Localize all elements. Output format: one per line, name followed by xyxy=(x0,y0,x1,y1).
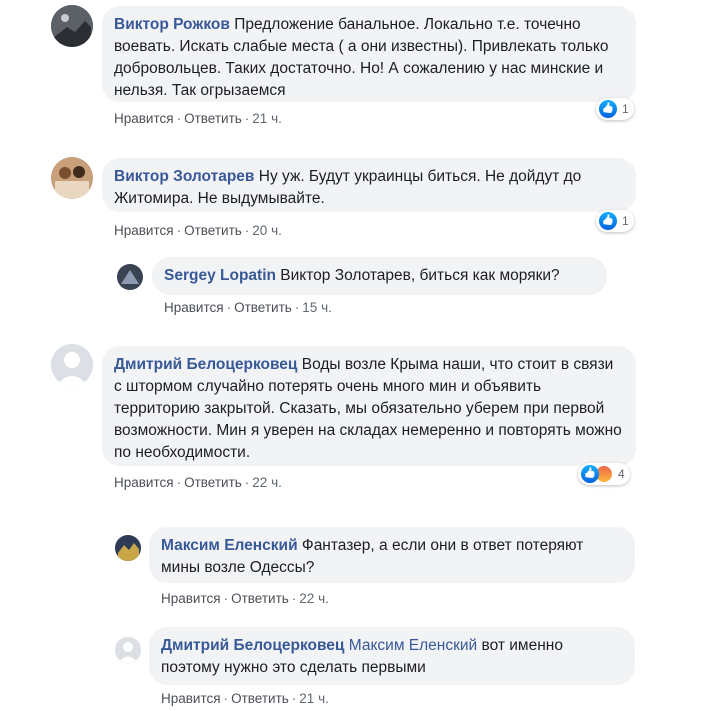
avatar-photo-icon xyxy=(115,535,141,561)
avatar[interactable] xyxy=(51,157,93,199)
like-icon xyxy=(599,100,617,118)
comment-bubble: Дмитрий Белоцерковец Максим Еленский вот… xyxy=(149,627,635,685)
comment-author[interactable]: Виктор Рожков xyxy=(114,16,230,33)
avatar-photo-icon xyxy=(51,157,93,199)
comment-bubble: Виктор Золотарев Ну уж. Будут украинцы б… xyxy=(102,158,636,212)
reaction-count: 4 xyxy=(618,467,625,481)
comment-bubble: Дмитрий Белоцерковец Воды возле Крыма на… xyxy=(102,346,636,466)
like-link[interactable]: Нравится xyxy=(114,223,174,238)
comment-author[interactable]: Дмитрий Белоцерковец xyxy=(161,637,344,654)
reply-link[interactable]: Ответить xyxy=(184,475,242,490)
reactions-badge[interactable]: 4 xyxy=(578,463,630,485)
avatar[interactable] xyxy=(115,535,141,561)
default-avatar-icon xyxy=(51,344,93,386)
reply-link[interactable]: Ответить xyxy=(234,300,292,315)
reply-link[interactable]: Ответить xyxy=(184,111,242,126)
comment-actions: Нравится · Ответить · 22 ч. xyxy=(114,475,282,490)
like-link[interactable]: Нравится xyxy=(164,300,224,315)
avatar[interactable] xyxy=(51,344,93,386)
avatar[interactable] xyxy=(115,637,141,663)
comment-actions: Нравится · Ответить · 22 ч. xyxy=(161,591,329,606)
reaction-count: 1 xyxy=(622,214,629,228)
reply-link[interactable]: Ответить xyxy=(184,223,242,238)
comment-actions: Нравится · Ответить · 21 ч. xyxy=(114,111,282,126)
comment-time[interactable]: 15 ч. xyxy=(302,300,332,315)
avatar[interactable] xyxy=(51,5,93,47)
like-link[interactable]: Нравится xyxy=(161,691,221,706)
comment-actions: Нравится · Ответить · 15 ч. xyxy=(164,300,332,315)
comment-mention[interactable]: Максим Еленский xyxy=(349,637,477,654)
comment-bubble: Sergey Lopatin Виктор Золотарев, биться … xyxy=(152,257,607,295)
comment-author[interactable]: Максим Еленский xyxy=(161,537,298,554)
comment-time[interactable]: 21 ч. xyxy=(252,111,282,126)
comment-bubble: Виктор Рожков Предложение банальное. Лок… xyxy=(102,6,636,102)
comment-author[interactable]: Sergey Lopatin xyxy=(164,267,276,284)
comment-text: Виктор Золотарев, биться как моряки? xyxy=(280,267,560,284)
reply-link[interactable]: Ответить xyxy=(231,691,289,706)
comment-author[interactable]: Дмитрий Белоцерковец xyxy=(114,356,297,373)
like-link[interactable]: Нравится xyxy=(114,475,174,490)
like-icon xyxy=(599,212,617,230)
comment-time[interactable]: 22 ч. xyxy=(299,591,329,606)
comment-actions: Нравится · Ответить · 20 ч. xyxy=(114,223,282,238)
avatar-photo-icon xyxy=(117,264,143,290)
reply-link[interactable]: Ответить xyxy=(231,591,289,606)
like-link[interactable]: Нравится xyxy=(114,111,174,126)
like-icon xyxy=(581,465,599,483)
comment-time[interactable]: 22 ч. xyxy=(252,475,282,490)
reactions-badge[interactable]: 1 xyxy=(596,98,634,120)
comment-time[interactable]: 20 ч. xyxy=(252,223,282,238)
reactions-badge[interactable]: 1 xyxy=(596,210,634,232)
comment-bubble: Максим Еленский Фантазер, а если они в о… xyxy=(149,527,635,583)
comment-author[interactable]: Виктор Золотарев xyxy=(114,168,254,185)
comment-actions: Нравится · Ответить · 21 ч. xyxy=(161,691,329,706)
like-link[interactable]: Нравится xyxy=(161,591,221,606)
comment-time[interactable]: 21 ч. xyxy=(299,691,329,706)
default-avatar-icon xyxy=(115,637,141,663)
reaction-count: 1 xyxy=(622,102,629,116)
avatar[interactable] xyxy=(117,264,143,290)
avatar-photo-icon xyxy=(51,5,93,47)
